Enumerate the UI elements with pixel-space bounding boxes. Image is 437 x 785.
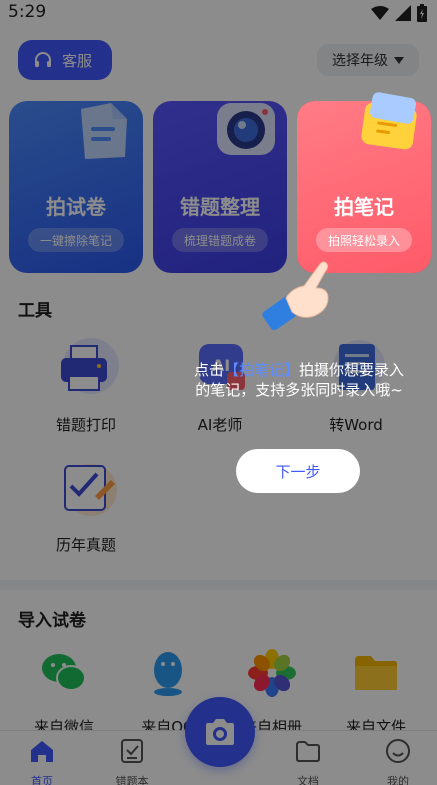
take-notes-highlight[interactable]: 拍笔记 拍照轻松录入 bbox=[297, 92, 431, 273]
guide-prefix: 点击 bbox=[193, 361, 224, 379]
highlight-title: 拍笔记 bbox=[334, 195, 394, 219]
next-step-button[interactable]: 下一步 bbox=[236, 449, 360, 493]
pointing-hand-icon bbox=[262, 261, 329, 331]
guide-highlight: 【拍笔记】 bbox=[223, 361, 299, 379]
guide-text: 点击【拍笔记】拍摄你想要录入的笔记，支持多张同时录入哦~ bbox=[188, 360, 410, 400]
notebook-icon bbox=[361, 92, 417, 150]
highlight-subtitle: 拍照轻松录入 bbox=[316, 228, 412, 252]
